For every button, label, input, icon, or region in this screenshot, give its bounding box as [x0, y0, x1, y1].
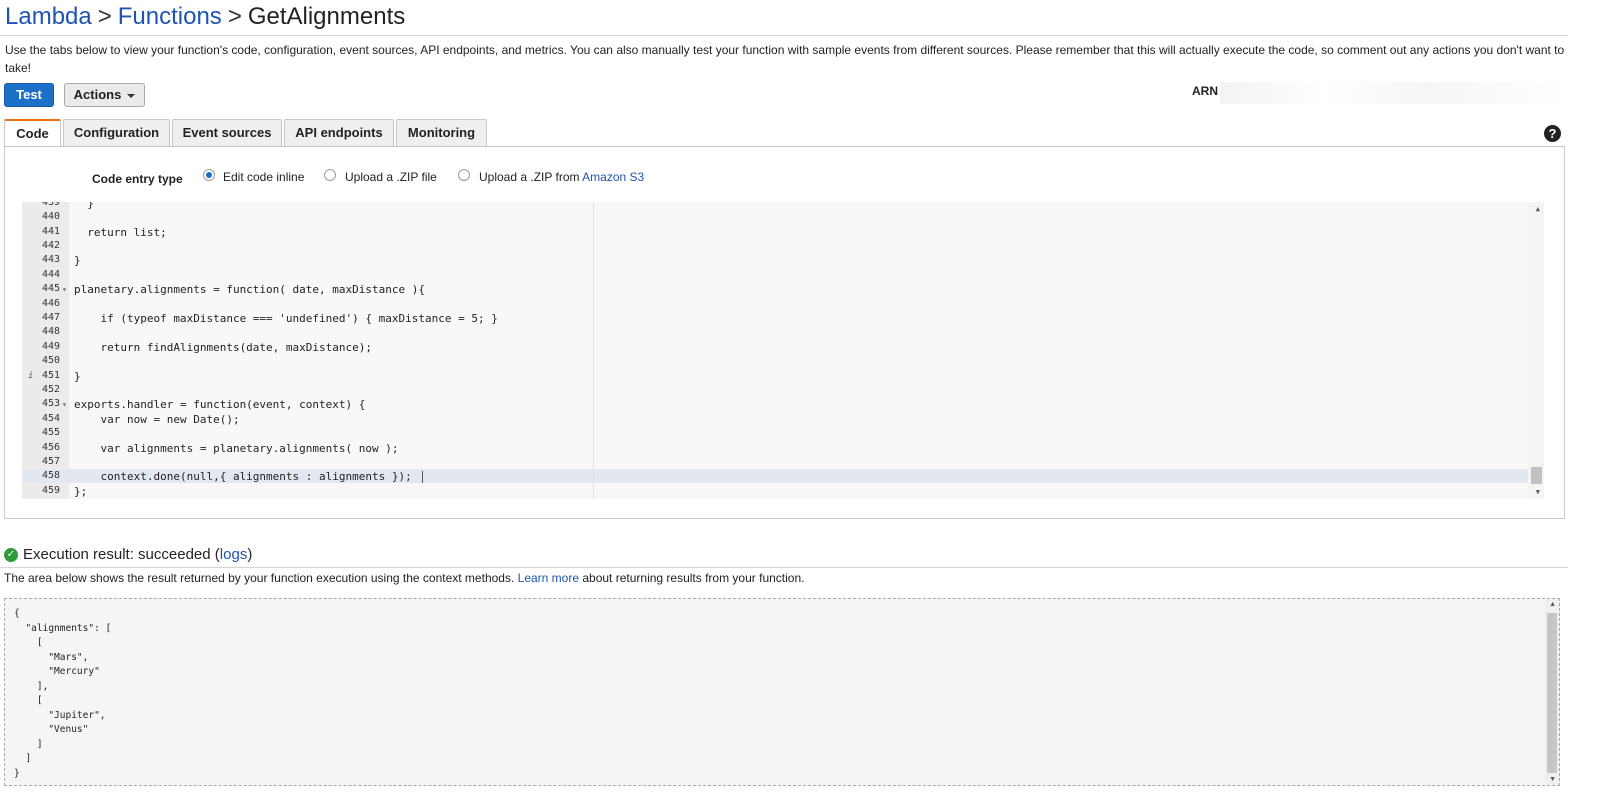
code-line-text: context.done(null,{ alignments : alignme… [74, 470, 412, 483]
scroll-down-icon[interactable]: ▼ [1536, 488, 1540, 496]
code-line: var alignments = planetary.alignments( n… [74, 442, 399, 455]
line-number: 457 [41, 456, 60, 467]
learn-more-link[interactable]: Learn more [518, 571, 579, 585]
tab-monitoring[interactable]: Monitoring [396, 119, 487, 146]
logs-link[interactable]: logs [220, 546, 248, 563]
tab-code[interactable]: Code [4, 119, 61, 148]
print-margin [593, 202, 594, 499]
execution-result-heading: ✓ Execution result: succeeded (logs) [4, 545, 252, 565]
radio-upload-s3[interactable] [458, 169, 470, 181]
breadcrumb-lambda-link[interactable]: Lambda [5, 3, 92, 30]
header-divider [0, 35, 1568, 36]
fold-arrow-icon[interactable]: ▾ [62, 400, 67, 409]
line-number: 446 [41, 298, 60, 309]
code-line-active: context.done(null,{ alignments : alignme… [74, 470, 423, 483]
radio-upload-s3-label[interactable]: Upload a .ZIP from Amazon S3 [479, 170, 644, 184]
line-number: 444 [41, 269, 60, 280]
code-line: return findAlignments(date, maxDistance)… [74, 341, 373, 354]
code-line: if (typeof maxDistance === 'undefined') … [74, 312, 498, 325]
result-scrollbar[interactable]: ▲ ▼ [1545, 599, 1559, 785]
caret-down-icon [127, 93, 136, 98]
code-line: var now = new Date(); [74, 413, 240, 426]
check-circle-icon: ✓ [4, 548, 18, 563]
line-number: 455 [41, 427, 60, 438]
code-line: } [74, 202, 94, 210]
fold-arrow-icon[interactable]: ▾ [62, 285, 67, 294]
info-marker-icon: i [28, 371, 34, 381]
line-number: 447 [41, 312, 60, 323]
line-number: 456 [41, 442, 60, 453]
line-number: 445 [41, 283, 60, 294]
line-number: 449 [41, 341, 60, 352]
line-number: 448 [41, 326, 60, 337]
execution-status: Execution result: succeeded [23, 546, 211, 563]
line-number: 459 [41, 485, 60, 496]
radio-edit-inline-label[interactable]: Edit code inline [223, 170, 304, 184]
arn-label: ARN [1192, 84, 1218, 98]
text-cursor [421, 471, 423, 483]
line-number: 443 [41, 254, 60, 265]
tab-event-sources[interactable]: Event sources [172, 119, 282, 146]
scroll-up-icon[interactable]: ▲ [1536, 205, 1540, 213]
radio-upload-zip[interactable] [324, 169, 336, 181]
actions-dropdown-button[interactable]: Actions [64, 83, 145, 107]
upload-s3-text: Upload a .ZIP from [479, 170, 580, 184]
result-json: { "alignments": [ [ "Mars", "Mercury" ],… [14, 608, 112, 779]
breadcrumb-functions-link[interactable]: Functions [118, 3, 222, 30]
result-divider [0, 567, 1568, 568]
line-number: 441 [41, 226, 60, 237]
breadcrumb: Lambda > Functions > GetAlignments [5, 2, 405, 32]
line-number: 442 [41, 240, 60, 251]
code-line: } [74, 370, 81, 383]
code-line: } [74, 254, 81, 267]
execution-desc-text: The area below shows the result returned… [4, 571, 515, 585]
page-title: GetAlignments [247, 3, 406, 30]
line-number: 450 [41, 355, 60, 366]
line-number: 452 [41, 384, 60, 395]
code-line: exports.handler = function(event, contex… [74, 398, 366, 411]
tab-configuration[interactable]: Configuration [63, 119, 170, 146]
execution-desc-suffix: about returning results from your functi… [582, 571, 805, 585]
result-scroll-thumb[interactable] [1547, 613, 1557, 773]
line-number: 454 [41, 413, 60, 424]
scroll-up-icon[interactable]: ▲ [1549, 601, 1556, 608]
breadcrumb-separator: > [97, 3, 112, 30]
execution-result-output[interactable]: { "alignments": [ [ "Mars", "Mercury" ],… [4, 598, 1560, 786]
line-number: 439 [41, 202, 60, 208]
editor-scrollbar[interactable]: ▲ ▼ [1528, 202, 1544, 499]
code-line: return list; [74, 226, 167, 239]
actions-label: Actions [73, 87, 122, 102]
code-line: }; [74, 485, 88, 498]
code-line: planetary.alignments = function( date, m… [74, 283, 425, 296]
arn-value-redacted [1220, 82, 1565, 104]
line-number: 453 [41, 398, 60, 409]
radio-edit-inline[interactable] [203, 169, 215, 181]
help-circle-icon[interactable]: ? [1544, 125, 1561, 142]
line-number: 458 [41, 470, 60, 481]
editor-scroll-thumb[interactable] [1531, 467, 1542, 484]
tab-api-endpoints[interactable]: API endpoints [284, 119, 394, 146]
breadcrumb-separator: > [227, 3, 242, 30]
line-number: 440 [41, 211, 60, 222]
amazon-s3-link[interactable]: Amazon S3 [582, 170, 644, 184]
scroll-down-icon[interactable]: ▼ [1549, 776, 1556, 783]
code-entry-type-label: Code entry type [92, 172, 183, 186]
execution-description: The area below shows the result returned… [4, 571, 804, 585]
test-button[interactable]: Test [4, 83, 54, 107]
code-editor[interactable]: 439 440 441 442 443 444 445 446 447 448 … [22, 202, 1544, 499]
radio-upload-zip-label[interactable]: Upload a .ZIP file [345, 170, 437, 184]
page-description: Use the tabs below to view your function… [5, 43, 1565, 75]
